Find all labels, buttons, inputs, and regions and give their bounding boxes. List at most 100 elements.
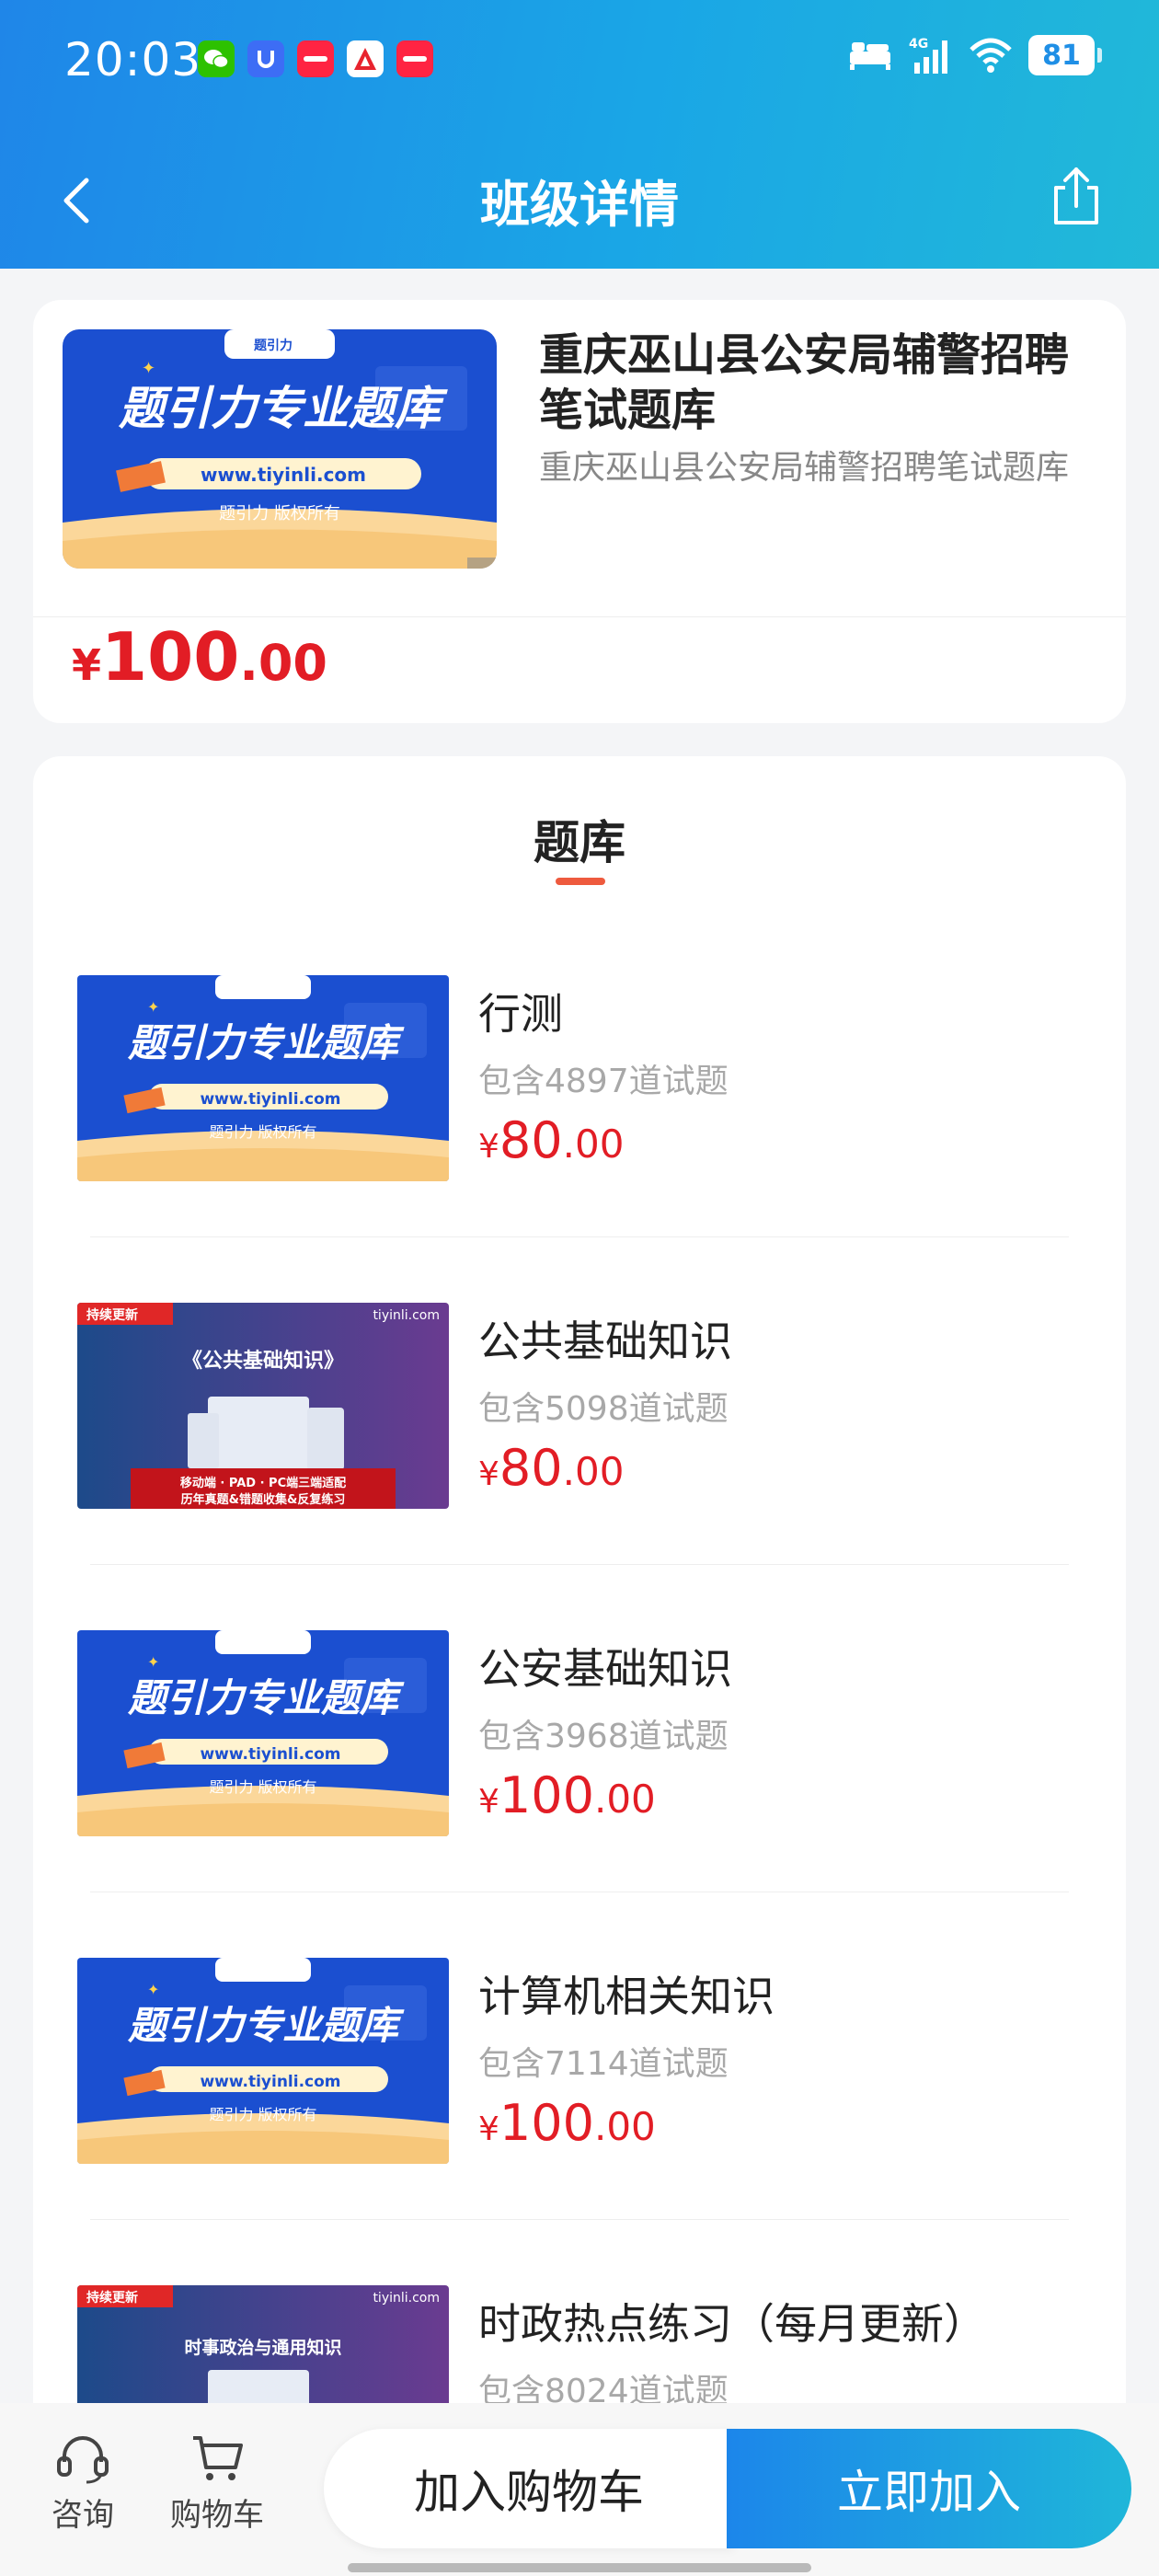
product-name: 重庆巫山县公安局辅警招聘笔试题库 xyxy=(539,329,1070,436)
bank-price: ¥100.00 xyxy=(478,1766,656,1824)
status-right: 4G 81 xyxy=(848,35,1102,75)
svg-text:4G: 4G xyxy=(909,37,928,52)
cover-brand: 题引力 xyxy=(254,338,293,353)
product-price: ¥100.00 xyxy=(72,618,327,696)
svg-text:✦: ✦ xyxy=(142,359,155,378)
bank-name: 时政热点练习（每月更新） xyxy=(478,2299,986,2349)
cover-site: tiyinli.com xyxy=(373,1308,440,1323)
price-decimal: .00 xyxy=(593,2104,656,2149)
cover-feature-line: 移动端 · PAD · PC端三端适配 xyxy=(180,1476,346,1490)
consult-label: 咨询 xyxy=(52,2497,114,2534)
a-app-icon xyxy=(347,40,384,77)
bank-cover-image: 题引力专业题库 ✦ www.tiyinli.com 题引力 版权所有 xyxy=(77,1958,449,2164)
bank-question-count: 包含4897道试题 xyxy=(478,1063,729,1100)
svg-text:✦: ✦ xyxy=(147,1653,159,1671)
price-integer: 80 xyxy=(499,1439,563,1497)
cover-url: www.tiyinli.com xyxy=(200,1090,340,1109)
cart-label: 购物车 xyxy=(170,2497,264,2534)
xiaohongshu-icon xyxy=(297,40,334,77)
bank-price: ¥80.00 xyxy=(478,1111,624,1169)
home-indicator xyxy=(348,2563,811,2572)
cover-url: www.tiyinli.com xyxy=(200,1745,340,1764)
status-bar: 20:03 4G 81 xyxy=(0,0,1159,129)
bottom-action-bar: 咨询 购物车 加入购物车 立即加入 xyxy=(0,2403,1159,2576)
battery-indicator: 81 xyxy=(1028,35,1102,75)
bank-name: 公共基础知识 xyxy=(478,1317,732,1366)
share-icon xyxy=(1054,167,1098,224)
divider xyxy=(90,1564,1069,1565)
bed-icon xyxy=(850,42,890,70)
shopping-cart-icon xyxy=(193,2436,243,2480)
share-button[interactable] xyxy=(1039,160,1113,234)
price-integer: 100 xyxy=(101,618,240,696)
cover-site: tiyinli.com xyxy=(373,2291,440,2306)
cart-tab-button[interactable]: 购物车 xyxy=(162,2431,272,2535)
price-decimal: .00 xyxy=(593,1777,656,1822)
cover-copyright: 题引力 版权所有 xyxy=(209,2106,316,2123)
cover-title: 《公共基础知识》 xyxy=(182,1349,344,1373)
product-cover-image: 题引力 题引力专业题库 ✦ www.tiyinli.com 题引力 版权所有 xyxy=(63,329,497,569)
bank-question-count: 包含3968道试题 xyxy=(478,1718,729,1755)
add-to-cart-button[interactable]: 加入购物车 xyxy=(324,2429,734,2548)
price-symbol: ¥ xyxy=(478,1128,499,1166)
cover-title: 时事政治与通用知识 xyxy=(184,2337,341,2358)
question-bank-section: 题库 题引力专业题库 ✦ www.tiyinli.com 题引力 版权所有 行测… xyxy=(33,756,1126,2576)
svg-text:✦: ✦ xyxy=(147,998,159,1016)
header: 20:03 4G 81 班级详情 xyxy=(0,0,1159,269)
bank-price: ¥80.00 xyxy=(478,1439,624,1497)
divider xyxy=(90,2219,1069,2220)
bank-cover-image: 题引力专业题库 ✦ www.tiyinli.com 题引力 版权所有 xyxy=(77,1630,449,1836)
cover-badge: 持续更新 xyxy=(86,2290,138,2306)
product-card: 题引力 题引力专业题库 ✦ www.tiyinli.com 题引力 版权所有 重… xyxy=(33,300,1126,723)
cover-copyright: 题引力 版权所有 xyxy=(219,504,340,523)
signal-icon: 4G xyxy=(909,37,947,74)
bank-name: 公安基础知识 xyxy=(478,1644,732,1694)
cover-title: 题引力专业题库 xyxy=(127,1675,405,1720)
headset-icon xyxy=(57,2436,109,2484)
svg-text:✦: ✦ xyxy=(147,1981,159,1998)
xiaohongshu-icon xyxy=(396,40,433,77)
price-symbol: ¥ xyxy=(478,2110,499,2148)
wifi-icon xyxy=(970,38,1012,73)
divider xyxy=(33,616,1126,617)
page-title: 班级详情 xyxy=(480,176,679,234)
tab-underline xyxy=(556,878,605,885)
cover-title: 题引力专业题库 xyxy=(127,2003,405,2048)
divider xyxy=(90,1236,1069,1237)
bank-cover-image: 持续更新 tiyinli.com 《公共基础知识》 移动端 · PAD · PC… xyxy=(77,1303,449,1509)
cover-feature-line: 历年真题&错题收集&反复练习 xyxy=(181,1492,346,1507)
join-now-button[interactable]: 立即加入 xyxy=(727,2429,1131,2548)
price-symbol: ¥ xyxy=(72,640,102,690)
price-integer: 100 xyxy=(499,1766,594,1824)
notification-icons xyxy=(198,40,433,77)
cover-badge: 持续更新 xyxy=(86,1307,138,1323)
bank-question-count: 包含7114道试题 xyxy=(478,2045,729,2083)
bank-cover-image: 题引力专业题库 ✦ www.tiyinli.com 题引力 版权所有 xyxy=(77,975,449,1181)
price-integer: 100 xyxy=(499,2094,594,2152)
cover-copyright: 题引力 版权所有 xyxy=(209,1123,316,1141)
cover-url: www.tiyinli.com xyxy=(201,464,366,486)
consult-button[interactable]: 咨询 xyxy=(28,2431,138,2535)
bank-list-item[interactable]: 题引力专业题库 ✦ www.tiyinli.com 题引力 版权所有 行测 包含… xyxy=(33,975,1126,1303)
section-tab-title[interactable]: 题库 xyxy=(33,806,1126,872)
bank-question-count: 包含5098道试题 xyxy=(478,1390,729,1428)
u-app-icon xyxy=(247,40,284,77)
price-decimal: .00 xyxy=(562,1449,625,1494)
bank-list-item[interactable]: 题引力专业题库 ✦ www.tiyinli.com 题引力 版权所有 公安基础知… xyxy=(33,1630,1126,1958)
bank-list-item[interactable]: 题引力专业题库 ✦ www.tiyinli.com 题引力 版权所有 计算机相关… xyxy=(33,1958,1126,2285)
bank-list-item[interactable]: 持续更新 tiyinli.com 《公共基础知识》 移动端 · PAD · PC… xyxy=(33,1303,1126,1630)
price-symbol: ¥ xyxy=(478,1455,499,1493)
navigation-bar: 班级详情 xyxy=(0,147,1159,248)
bank-name: 行测 xyxy=(478,989,563,1039)
bank-price: ¥100.00 xyxy=(478,2094,656,2152)
bank-name: 计算机相关知识 xyxy=(478,1972,775,2021)
price-symbol: ¥ xyxy=(478,1783,499,1821)
price-decimal: .00 xyxy=(562,1121,625,1167)
price-integer: 80 xyxy=(499,1111,563,1169)
status-time: 20:03 xyxy=(64,33,202,86)
cover-title: 题引力专业题库 xyxy=(118,382,448,435)
cover-url: www.tiyinli.com xyxy=(200,2073,340,2091)
cover-title: 题引力专业题库 xyxy=(127,1020,405,1065)
price-decimal: .00 xyxy=(239,634,327,692)
cover-copyright: 题引力 版权所有 xyxy=(209,1778,316,1796)
